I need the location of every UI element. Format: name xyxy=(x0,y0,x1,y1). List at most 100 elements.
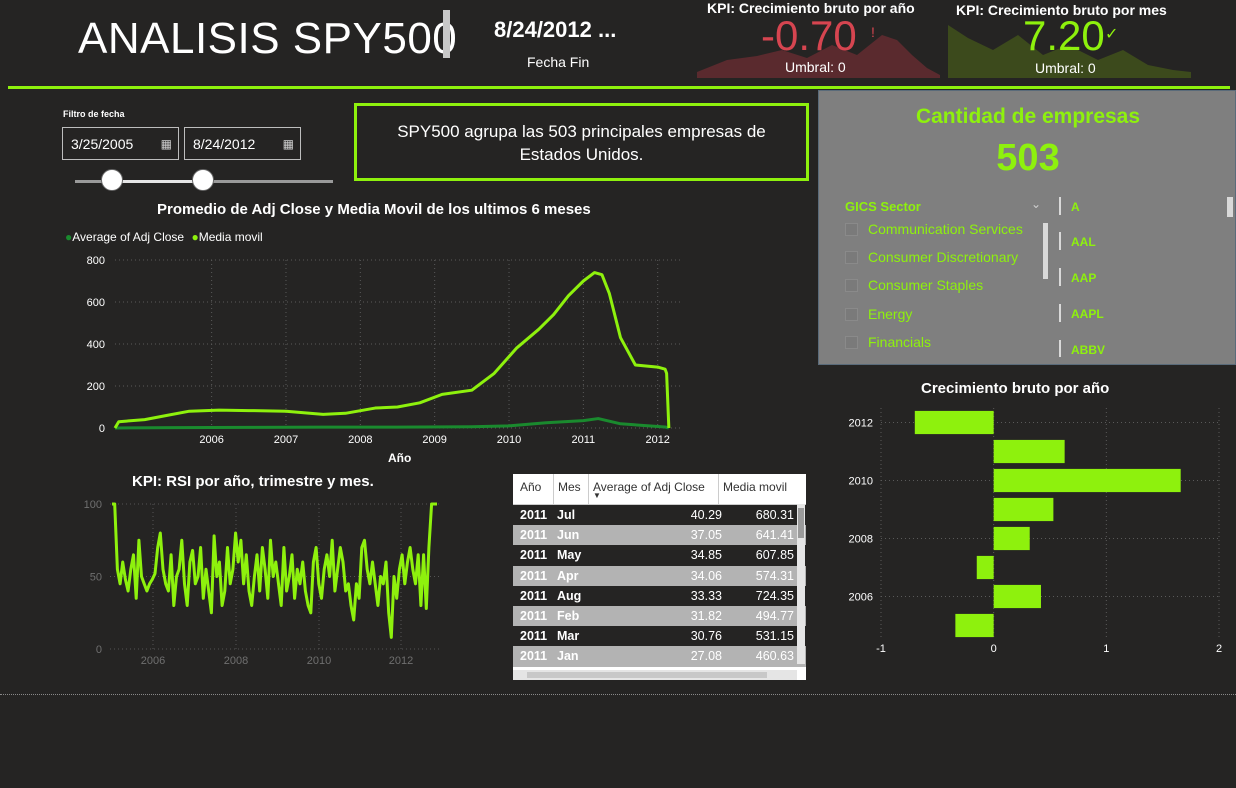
ticker-divider xyxy=(1059,232,1061,250)
table-row[interactable]: 2011 Jul 40.29 680.31 xyxy=(513,505,806,526)
x-tick-label: 2007 xyxy=(274,434,298,446)
main-chart-title: Promedio de Adj Close y Media Movil de l… xyxy=(157,201,591,218)
ticker-divider xyxy=(1059,268,1061,286)
checkbox[interactable] xyxy=(845,251,858,264)
cell-avg-adj-close: 31.82 xyxy=(690,608,722,623)
table-row[interactable]: 2011 Mar 30.76 531.15 xyxy=(513,626,806,647)
start-date-value: 3/25/2005 xyxy=(71,136,134,152)
checkbox[interactable] xyxy=(845,308,858,321)
checkbox[interactable] xyxy=(845,279,858,292)
cell-avg-adj-close: 37.05 xyxy=(690,528,722,543)
main-chart-legend: ●Average of Adj Close ●Media movil xyxy=(65,230,263,244)
checkbox[interactable] xyxy=(845,223,858,236)
cell-mes: Jun xyxy=(557,528,580,543)
cell-media-movil: 574.31 xyxy=(755,568,794,583)
y-tick-label: 200 xyxy=(87,381,105,393)
ticker-slicer-scrollbar[interactable] xyxy=(1227,197,1233,217)
sector-slicer-header: GICS Sector xyxy=(845,199,921,214)
cell-avg-adj-close: 34.85 xyxy=(690,548,722,563)
growth-bar-chart[interactable]: -1 0 1 2 2012 2010 2008 2006 xyxy=(830,400,1230,660)
cell-mes: Jul xyxy=(557,508,576,522)
page-bottom-divider xyxy=(0,694,1236,695)
sector-slicer[interactable]: GICS Sector ⌄ Communication Services Con… xyxy=(845,197,1055,357)
end-date-value: 8/24/2012 xyxy=(193,136,256,152)
companies-count: 503 xyxy=(996,137,1060,179)
y-tick-label: 2012 xyxy=(849,418,873,430)
sector-item-label: Energy xyxy=(868,306,913,322)
cell-ano: 2011 xyxy=(520,588,548,603)
data-table[interactable]: Año Mes Average of Adj Close Media movil… xyxy=(513,474,806,680)
y-tick-label: 0 xyxy=(96,644,102,656)
end-date-card-label: Fecha Fin xyxy=(527,54,590,70)
ticker-item[interactable]: AAL xyxy=(1071,235,1096,249)
sector-item-label: Financials xyxy=(868,334,932,350)
cell-avg-adj-close: 40.29 xyxy=(690,508,722,522)
cell-avg-adj-close: 34.06 xyxy=(690,568,722,583)
rsi-line-chart[interactable]: 0 50 100 2006 2008 2010 2012 xyxy=(80,494,450,674)
column-header-avg-adj-close[interactable]: Average of Adj Close xyxy=(588,474,705,504)
cell-avg-adj-close: 33.33 xyxy=(690,588,722,603)
table-row[interactable]: 2011 Apr 34.06 574.31 xyxy=(513,565,806,586)
table-row[interactable]: 2011 May 34.85 607.85 xyxy=(513,545,806,566)
kpi-year-card[interactable]: KPI: Crecimiento bruto por año -0.70 ! U… xyxy=(697,0,940,78)
kpi-month-card[interactable]: KPI: Crecimiento bruto por mes 7.20 ✓ Um… xyxy=(948,0,1191,78)
x-tick-label: 2010 xyxy=(497,434,521,446)
series-line-media-movil xyxy=(113,271,671,429)
column-header-media-movil[interactable]: Media movil xyxy=(718,474,787,504)
table-hscrollbar[interactable] xyxy=(513,670,797,680)
date-filter-label: Filtro de fecha xyxy=(63,109,125,119)
bar-2012 xyxy=(914,410,994,435)
main-line-chart[interactable]: 0 200 400 600 800 2006 2007 2008 2009 2010 2011 201… xyxy=(60,248,700,473)
cell-media-movil: 724.35 xyxy=(755,588,794,603)
cell-ano: 2011 xyxy=(520,629,548,644)
y-tick-label: 50 xyxy=(90,572,102,584)
scrollbar-thumb[interactable] xyxy=(798,508,804,538)
column-header-mes[interactable]: Mes xyxy=(553,474,581,504)
x-tick-label: 2009 xyxy=(422,434,446,446)
table-body: 2011 Jul 40.29 680.31 2011 Jun 37.05 641.41 2011… xyxy=(513,505,806,667)
kpi-year-warning-icon: ! xyxy=(871,24,875,40)
date-slider-end-handle[interactable] xyxy=(192,169,214,191)
bar-2010 xyxy=(993,468,1181,493)
table-row[interactable]: 2011 Aug 33.33 724.35 xyxy=(513,585,806,606)
cell-ano: 2011 xyxy=(520,568,548,583)
ticker-item[interactable]: ABBV xyxy=(1071,343,1105,357)
rsi-chart-title: KPI: RSI por año, trimestre y mes. xyxy=(132,473,374,490)
sort-desc-icon[interactable]: ▼ xyxy=(593,491,601,500)
scrollbar-thumb[interactable] xyxy=(527,672,767,678)
table-vscrollbar[interactable] xyxy=(797,504,805,664)
cell-ano: 2011 xyxy=(520,548,548,563)
table-row[interactable]: 2011 Jun 37.05 641.41 xyxy=(513,525,806,546)
cell-mes: Mar xyxy=(557,629,580,644)
checkbox[interactable] xyxy=(845,336,858,349)
column-header-ano[interactable]: Año xyxy=(520,480,541,494)
start-date-input[interactable]: 3/25/2005 ▦ xyxy=(62,127,179,160)
kpi-month-threshold: Umbral: 0 xyxy=(1035,60,1096,76)
y-tick-label: 600 xyxy=(87,297,105,309)
calendar-icon[interactable]: ▦ xyxy=(283,137,294,151)
date-slider-start-handle[interactable] xyxy=(101,169,123,191)
header-divider xyxy=(8,86,1230,89)
calendar-icon[interactable]: ▦ xyxy=(161,137,172,151)
cell-media-movil: 494.77 xyxy=(755,608,794,623)
sector-item-label: Consumer Discretionary xyxy=(868,249,1019,265)
sector-slicer-scrollbar[interactable] xyxy=(1043,223,1048,279)
ticker-slicer[interactable]: A AAL AAP AAPL ABBV xyxy=(1059,197,1234,357)
cell-media-movil: 607.85 xyxy=(755,548,794,563)
cell-mes: May xyxy=(557,548,582,563)
series-line-adj-close xyxy=(114,417,670,430)
cell-media-movil: 531.15 xyxy=(755,629,794,644)
cell-media-movil: 680.31 xyxy=(755,508,794,522)
x-tick-label: 2012 xyxy=(645,434,669,446)
date-slider-range xyxy=(111,180,203,183)
ticker-item[interactable]: AAPL xyxy=(1071,307,1104,321)
table-row[interactable]: 2011 Feb 31.82 494.77 xyxy=(513,605,806,627)
x-tick-label: 1 xyxy=(1103,643,1109,655)
cell-avg-adj-close: 30.76 xyxy=(690,629,722,644)
x-tick-label: -1 xyxy=(876,643,886,655)
chevron-down-icon[interactable]: ⌄ xyxy=(1031,197,1041,211)
ticker-item[interactable]: AAP xyxy=(1071,271,1096,285)
ticker-item[interactable]: A xyxy=(1071,200,1080,214)
end-date-input[interactable]: 8/24/2012 ▦ xyxy=(184,127,301,160)
table-row[interactable]: 2011 Jan 27.08 460.63 xyxy=(513,646,806,667)
